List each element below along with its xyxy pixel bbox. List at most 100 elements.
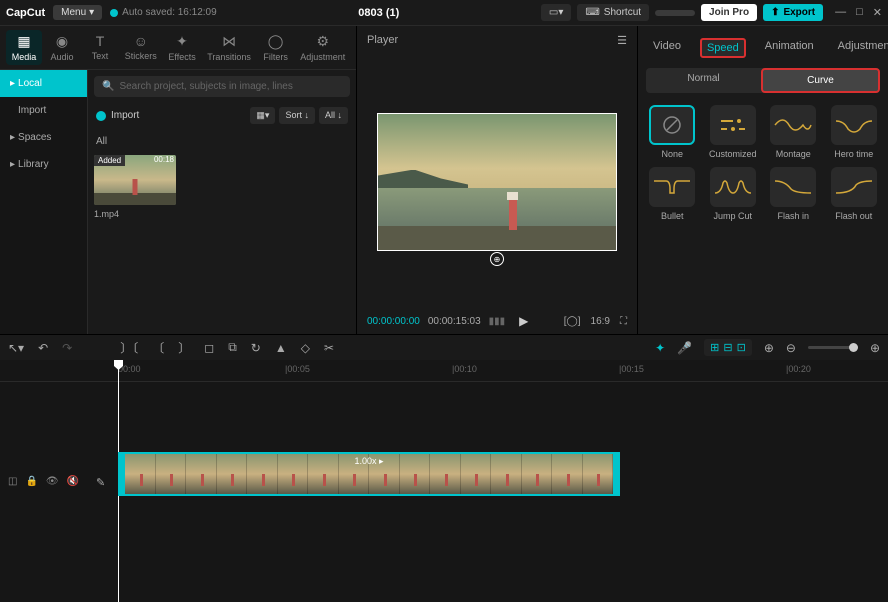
view-toggle[interactable]: ▦▾: [250, 107, 275, 124]
split-icon[interactable]: 〕〔: [120, 339, 138, 356]
tab-effects[interactable]: ✦Effects: [164, 30, 201, 65]
cover-icon[interactable]: ◫: [8, 476, 17, 487]
property-tabs: Video Speed Animation Adjustment: [646, 34, 880, 68]
ratio-icon[interactable]: 16:9: [591, 316, 610, 327]
account-chip[interactable]: [655, 10, 695, 16]
zoom-out-icon[interactable]: ⊖: [786, 341, 796, 355]
tab-audio[interactable]: ◉Audio: [44, 30, 80, 65]
sidebar-spaces[interactable]: ▸ Spaces: [0, 124, 87, 151]
autosave-status: Auto saved: 16:12:09: [110, 7, 217, 18]
rotate-icon[interactable]: ◇: [301, 341, 310, 355]
thumb-name: 1.mp4: [94, 209, 350, 219]
media-panel: ▦Media ◉Audio TText ☺Stickers ✦Effects ⋈…: [0, 26, 356, 334]
media-thumb[interactable]: Added 00:18 1.mp4: [94, 155, 350, 219]
magic-icon[interactable]: ✦: [655, 341, 665, 355]
curve-none[interactable]: [649, 105, 695, 145]
seg-curve[interactable]: Curve: [761, 68, 880, 93]
crop-icon[interactable]: ◻: [204, 341, 214, 355]
media-sidebar: ▸ Local Import ▸ Spaces ▸ Library: [0, 70, 88, 334]
sidebar-import[interactable]: Import: [0, 97, 87, 124]
total-duration: 00:00:15:03: [428, 316, 481, 327]
minimize-icon[interactable]: —: [835, 6, 846, 19]
snap-controls[interactable]: ⊞⊟⊡: [704, 339, 752, 356]
copy-icon[interactable]: ⧉: [228, 340, 237, 355]
undo-icon[interactable]: ↶: [38, 341, 48, 355]
player-menu-icon[interactable]: ☰: [617, 34, 627, 47]
duration-badge: 00:18: [154, 155, 174, 164]
zoom-slider[interactable]: [808, 346, 858, 349]
rtab-animation[interactable]: Animation: [760, 38, 819, 58]
clip-speed-label: 1.00x ▸: [354, 456, 383, 467]
sidebar-library[interactable]: ▸ Library: [0, 151, 87, 178]
redo-icon[interactable]: ↷: [62, 341, 72, 355]
mic-icon[interactable]: 🎤: [677, 341, 692, 355]
freeze-icon[interactable]: ✂: [324, 341, 334, 355]
properties-panel: Video Speed Animation Adjustment Normal …: [638, 26, 888, 334]
play-button[interactable]: ▶: [519, 314, 528, 328]
tab-adjustment[interactable]: ⚙Adjustment: [296, 30, 350, 65]
current-time: 00:00:00:00: [367, 316, 420, 327]
shortcut-button[interactable]: ⌨ Shortcut: [577, 4, 649, 21]
rtab-speed[interactable]: Speed: [700, 38, 746, 58]
curve-montage[interactable]: [770, 105, 816, 145]
close-icon[interactable]: ✕: [873, 6, 882, 19]
columns-icon[interactable]: ▮▮▮: [489, 316, 506, 327]
curve-customized[interactable]: [710, 105, 756, 145]
top-bar: CapCut Menu▾ Auto saved: 16:12:09 0803 (…: [0, 0, 888, 26]
mute-icon[interactable]: 🔇: [67, 476, 79, 487]
eye-icon[interactable]: 👁: [46, 476, 59, 487]
track-controls: ◫ 🔒 👁 🔇: [8, 476, 79, 487]
media-tabs: ▦Media ◉Audio TText ☺Stickers ✦Effects ⋈…: [0, 26, 356, 70]
clip-handle-right[interactable]: [613, 454, 618, 494]
edit-track-icon[interactable]: ✎: [96, 476, 105, 489]
tab-stickers[interactable]: ☺Stickers: [120, 30, 162, 65]
timeline[interactable]: 00:00|00:05|00:10|00:15|00:20 ◫ 🔒 👁 🔇 ✎ …: [0, 360, 888, 602]
curve-herotime[interactable]: [831, 105, 877, 145]
filter-all[interactable]: All ↓: [319, 107, 348, 124]
zoom-in-icon[interactable]: ⊕: [870, 341, 880, 355]
link-icon[interactable]: ⊕: [764, 341, 774, 355]
added-badge: Added: [94, 155, 125, 166]
curve-grid: None Customized Montage Hero time Bullet…: [646, 105, 880, 221]
fullscreen-icon[interactable]: ⛶: [620, 316, 627, 327]
app-logo: CapCut: [6, 7, 45, 19]
reverse-icon[interactable]: ↻: [251, 341, 261, 355]
all-label: All: [94, 134, 350, 149]
import-button[interactable]: Import: [96, 110, 139, 121]
timeline-toolbar: ↖▾ ↶ ↷ 〕〔 〔 〕 ◻ ⧉ ↻ ▲ ◇ ✂ ✦ 🎤 ⊞⊟⊡ ⊕ ⊖ ⊕: [0, 334, 888, 360]
video-clip[interactable]: 1.00x ▸: [118, 452, 620, 496]
sidebar-local[interactable]: ▸ Local: [0, 70, 87, 97]
selection-tool-icon[interactable]: ↖▾: [8, 341, 24, 355]
trim-right-icon[interactable]: 〕: [178, 339, 190, 356]
curve-jumpcut[interactable]: [710, 167, 756, 207]
video-frame[interactable]: [377, 113, 617, 251]
player-title: Player: [367, 34, 398, 47]
rtab-adjustment[interactable]: Adjustment: [833, 38, 888, 58]
export-button[interactable]: ⬆ Export: [763, 4, 823, 21]
menu-button[interactable]: Menu▾: [53, 5, 102, 20]
search-input[interactable]: 🔍 Search project, subjects in image, lin…: [94, 76, 350, 97]
project-title: 0803 (1): [225, 7, 533, 19]
tab-transitions[interactable]: ⋈Transitions: [203, 30, 256, 65]
maximize-icon[interactable]: □: [856, 6, 863, 19]
tab-media[interactable]: ▦Media: [6, 30, 42, 65]
scale-icon[interactable]: [◯]: [564, 316, 581, 327]
curve-bullet[interactable]: [649, 167, 695, 207]
join-pro-button[interactable]: Join Pro: [701, 4, 757, 21]
tab-filters[interactable]: ◯Filters: [258, 30, 294, 65]
layout-button[interactable]: ▭▾: [541, 4, 571, 21]
rtab-video[interactable]: Video: [648, 38, 686, 58]
player-panel: Player ☰ ⊕ 00:00:00:00 00:00:15:03 ▮▮▮ ▶…: [356, 26, 638, 334]
lock-icon[interactable]: 🔒: [25, 476, 37, 487]
curve-flashout[interactable]: [831, 167, 877, 207]
timeline-ruler[interactable]: 00:00|00:05|00:10|00:15|00:20: [0, 360, 888, 382]
mirror-icon[interactable]: ▲: [275, 341, 287, 355]
curve-flashin[interactable]: [770, 167, 816, 207]
seg-normal[interactable]: Normal: [646, 68, 761, 93]
player-viewport[interactable]: ⊕: [357, 55, 637, 308]
sort-button[interactable]: Sort ↓: [279, 107, 315, 124]
transform-icon[interactable]: ⊕: [490, 252, 504, 266]
player-controls: 00:00:00:00 00:00:15:03 ▮▮▮ ▶ [◯] 16:9 ⛶: [357, 308, 637, 334]
tab-text[interactable]: TText: [82, 30, 118, 65]
trim-left-icon[interactable]: 〔: [152, 339, 164, 356]
